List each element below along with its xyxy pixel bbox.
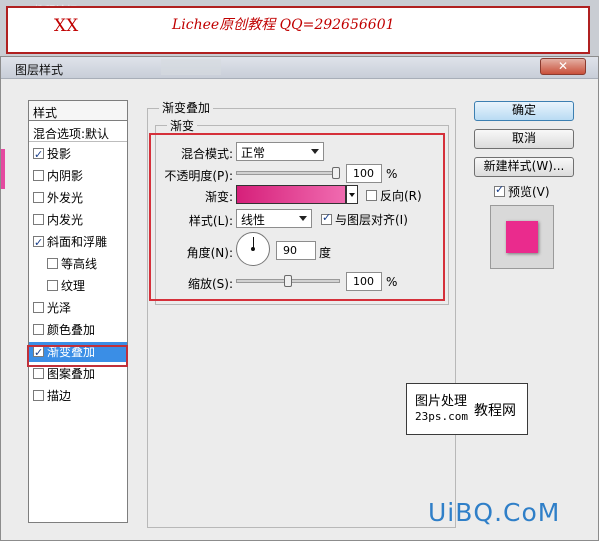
blend-mode-value: 正常 — [241, 146, 266, 160]
opacity-unit: % — [386, 167, 398, 181]
ok-button[interactable]: 确定 — [474, 101, 574, 121]
scale-input[interactable]: 100 — [346, 272, 382, 291]
reverse-checkbox[interactable]: 反向(R) — [366, 187, 422, 204]
align-label: 与图层对齐(I) — [335, 213, 408, 227]
preview-checkbox[interactable]: 预览(V) — [494, 183, 550, 200]
style-item-checkbox[interactable] — [47, 280, 58, 291]
style-item[interactable]: 图案叠加 — [29, 364, 127, 384]
style-item-checkbox[interactable] — [33, 192, 44, 203]
style-item-label: 内阴影 — [47, 169, 84, 183]
style-item[interactable]: 内发光 — [29, 210, 127, 230]
title-bar[interactable]: 图层样式 ✕ — [1, 57, 598, 79]
angle-dial-center — [251, 247, 255, 251]
preview-swatch — [506, 221, 538, 253]
watermark-line1: 图片处理 — [415, 394, 468, 409]
close-button[interactable]: ✕ — [540, 58, 586, 75]
selected-item-highlight — [27, 345, 128, 367]
opacity-slider-track[interactable] — [236, 171, 340, 175]
gradient-swatch[interactable] — [236, 185, 346, 204]
gradient-label: 渐变: — [204, 190, 233, 204]
scale-label: 缩放(S): — [187, 277, 233, 291]
align-checkbox-box[interactable] — [321, 211, 332, 225]
style-item[interactable]: 投影 — [29, 144, 127, 165]
angle-label: 角度(N): — [186, 246, 233, 260]
style-item[interactable]: 纹理 — [29, 276, 127, 296]
style-item-label: 描边 — [47, 389, 72, 403]
style-item-label: 投影 — [47, 147, 72, 161]
gradient-style-value: 线性 — [241, 213, 266, 227]
banner-credit: Lichee原创教程 QQ=292656601 — [172, 17, 395, 33]
edge-strip — [1, 149, 5, 189]
blend-mode-label: 混合模式: — [180, 147, 233, 161]
dialog-title: 图层样式 — [15, 63, 64, 77]
style-item[interactable]: 描边 — [29, 386, 127, 406]
cancel-button[interactable]: 取消 — [474, 129, 574, 149]
reverse-label: 反向(R) — [380, 189, 422, 203]
watermark-line2: 23ps.com — [415, 410, 468, 423]
reverse-checkbox-box[interactable] — [366, 190, 377, 201]
style-item-checkbox[interactable] — [33, 302, 44, 313]
gradient-dropdown-button[interactable] — [346, 185, 358, 204]
banner-xx: XX — [54, 16, 79, 36]
angle-input[interactable]: 90 — [276, 241, 316, 260]
style-item-checkbox[interactable] — [33, 233, 44, 253]
opacity-slider-thumb[interactable] — [332, 167, 340, 179]
style-item-checkbox[interactable] — [47, 258, 58, 269]
style-item-label: 纹理 — [61, 279, 86, 293]
style-item-label: 斜面和浮雕 — [47, 235, 108, 249]
gradient-style-select[interactable]: 线性 — [236, 209, 312, 228]
angle-dial[interactable] — [236, 232, 270, 266]
blend-mode-select[interactable]: 正常 — [236, 142, 324, 161]
style-item[interactable]: 内阴影 — [29, 166, 127, 186]
style-item-label: 光泽 — [47, 301, 72, 315]
style-item-label: 图案叠加 — [47, 367, 96, 381]
style-item-label: 等高线 — [61, 257, 98, 271]
watermark-line3: 教程网 — [474, 403, 516, 419]
style-item[interactable]: 颜色叠加 — [29, 320, 127, 340]
style-item[interactable]: 光泽 — [29, 298, 127, 318]
group-title: 渐变叠加 — [159, 99, 214, 116]
angle-unit: 度 — [319, 246, 332, 260]
scale-unit: % — [386, 275, 398, 289]
style-item-checkbox[interactable] — [33, 390, 44, 401]
blend-options-item[interactable]: 混合选项:默认 — [29, 122, 127, 142]
opacity-input[interactable]: 100 — [346, 164, 382, 183]
preview-thumbnail — [490, 205, 554, 269]
site-watermark: UiBQ.CoM — [428, 498, 561, 527]
style-list: 样式 混合选项:默认 投影内阴影外发光内发光斜面和浮雕等高线纹理光泽颜色叠加渐变… — [28, 100, 128, 523]
titlebar-decoration — [161, 59, 221, 75]
style-item-checkbox[interactable] — [33, 214, 44, 225]
layer-style-dialog: 图层样式 ✕ 样式 混合选项:默认 投影内阴影外发光内发光斜面和浮雕等高线纹理光… — [0, 56, 599, 541]
style-item-label: 颜色叠加 — [47, 323, 96, 337]
style-item-checkbox[interactable] — [33, 324, 44, 335]
chevron-down-icon — [311, 149, 319, 154]
style-item-checkbox[interactable] — [33, 145, 44, 165]
preview-label: 预览(V) — [508, 185, 550, 199]
style-item-label: 外发光 — [47, 191, 84, 205]
align-with-layer-checkbox[interactable]: 与图层对齐(I) — [321, 211, 408, 228]
opacity-label: 不透明度(P): — [164, 169, 233, 183]
style-item[interactable]: 外发光 — [29, 188, 127, 208]
style-item-checkbox[interactable] — [33, 170, 44, 181]
new-style-button[interactable]: 新建样式(W)... — [474, 157, 574, 177]
chevron-down-icon — [299, 216, 307, 221]
preview-checkbox-box[interactable] — [494, 183, 505, 197]
style-item-checkbox[interactable] — [33, 368, 44, 379]
style-label: 样式(L): — [188, 214, 233, 228]
subgroup-title: 渐变 — [167, 117, 198, 134]
scale-slider-thumb[interactable] — [284, 275, 292, 287]
style-item-label: 内发光 — [47, 213, 84, 227]
style-list-header[interactable]: 样式 — [29, 101, 127, 121]
style-item[interactable]: 斜面和浮雕 — [29, 232, 127, 253]
style-item[interactable]: 等高线 — [29, 254, 127, 274]
